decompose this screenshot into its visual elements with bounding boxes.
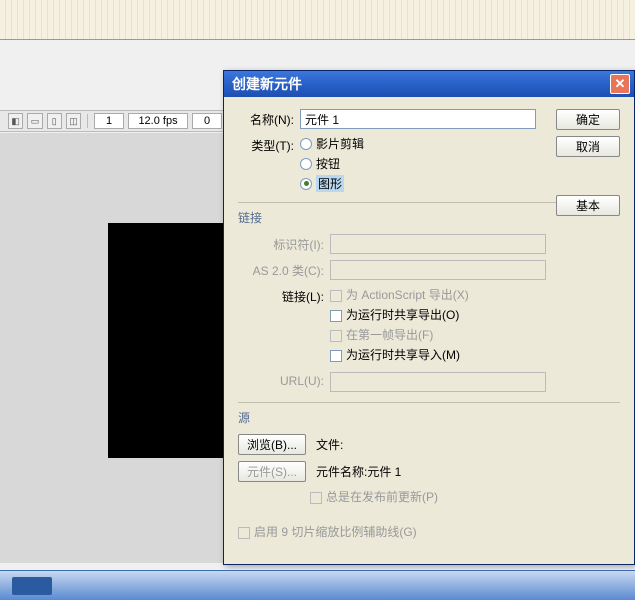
separator xyxy=(87,114,88,128)
tool-icon[interactable]: ▭ xyxy=(27,113,42,129)
stage-canvas[interactable] xyxy=(108,223,230,458)
taskbar[interactable] xyxy=(0,570,635,600)
name-label: 名称(N): xyxy=(238,109,300,128)
as2class-input xyxy=(330,260,546,280)
tool-icon[interactable]: ◧ xyxy=(8,113,23,129)
close-icon: ✕ xyxy=(615,76,626,92)
cancel-button[interactable]: 取消 xyxy=(556,136,620,157)
symbol-name-label: 元件名称:元件 1 xyxy=(316,463,401,480)
checkbox-label: 为运行时共享导入(M) xyxy=(346,348,460,362)
browse-button[interactable]: 浏览(B)... xyxy=(238,434,306,455)
dialog-title: 创建新元件 xyxy=(232,74,610,94)
checkbox-label: 启用 9 切片缩放比例辅助线(G) xyxy=(254,525,417,539)
always-update-checkbox: 总是在发布前更新(P) xyxy=(310,488,438,505)
checkbox-icon xyxy=(238,527,250,539)
file-label: 文件: xyxy=(316,436,343,453)
identifier-input xyxy=(330,234,546,254)
radio-icon xyxy=(300,178,312,190)
export-as-checkbox: 为 ActionScript 导出(X) xyxy=(330,286,620,303)
ok-button[interactable]: 确定 xyxy=(556,109,620,130)
radio-label: 影片剪辑 xyxy=(316,135,364,152)
tool-icon[interactable]: ▯ xyxy=(47,113,62,129)
close-button[interactable]: ✕ xyxy=(610,74,630,94)
import-runtime-checkbox[interactable]: 为运行时共享导入(M) xyxy=(330,346,620,363)
radio-label: 图形 xyxy=(316,175,344,192)
checkbox-icon xyxy=(330,350,342,362)
timeline-ruler xyxy=(0,0,635,40)
checkbox-label: 为 ActionScript 导出(X) xyxy=(346,288,469,302)
scale9-checkbox: 启用 9 切片缩放比例辅助线(G) xyxy=(238,523,620,540)
source-section-title: 源 xyxy=(238,409,620,426)
time-display[interactable]: 0 xyxy=(192,113,222,129)
fps-display[interactable]: 12.0 fps xyxy=(128,113,188,129)
checkbox-label: 在第一帧导出(F) xyxy=(346,328,433,342)
stage-area xyxy=(0,133,230,563)
as2class-label: AS 2.0 类(C): xyxy=(238,260,330,279)
basic-button[interactable]: 基本 xyxy=(556,195,620,216)
url-input xyxy=(330,372,546,392)
radio-icon xyxy=(300,138,312,150)
radio-icon xyxy=(300,158,312,170)
tool-icon[interactable]: ◫ xyxy=(66,113,81,129)
dialog-titlebar[interactable]: 创建新元件 ✕ xyxy=(224,71,634,97)
linkage-label: 链接(L): xyxy=(238,286,330,305)
timeline-toolbar: ◧ ▭ ▯ ◫ 1 12.0 fps 0 xyxy=(0,110,230,132)
radio-label: 按钮 xyxy=(316,155,340,172)
symbol-button: 元件(S)... xyxy=(238,461,306,482)
checkbox-icon xyxy=(330,310,342,322)
export-runtime-checkbox[interactable]: 为运行时共享导出(O) xyxy=(330,306,620,323)
identifier-label: 标识符(I): xyxy=(238,234,330,253)
url-label: URL(U): xyxy=(238,372,330,388)
checkbox-icon xyxy=(310,492,322,504)
create-symbol-dialog: 创建新元件 ✕ 确定 取消 基本 名称(N): 类型(T): 影片剪辑 xyxy=(223,70,635,565)
checkbox-label: 总是在发布前更新(P) xyxy=(326,490,438,504)
export-first-checkbox: 在第一帧导出(F) xyxy=(330,326,620,343)
type-label: 类型(T): xyxy=(238,135,300,154)
checkbox-icon xyxy=(330,290,342,302)
checkbox-icon xyxy=(330,330,342,342)
checkbox-label: 为运行时共享导出(O) xyxy=(346,308,459,322)
frame-number[interactable]: 1 xyxy=(94,113,124,129)
name-input[interactable] xyxy=(300,109,536,129)
